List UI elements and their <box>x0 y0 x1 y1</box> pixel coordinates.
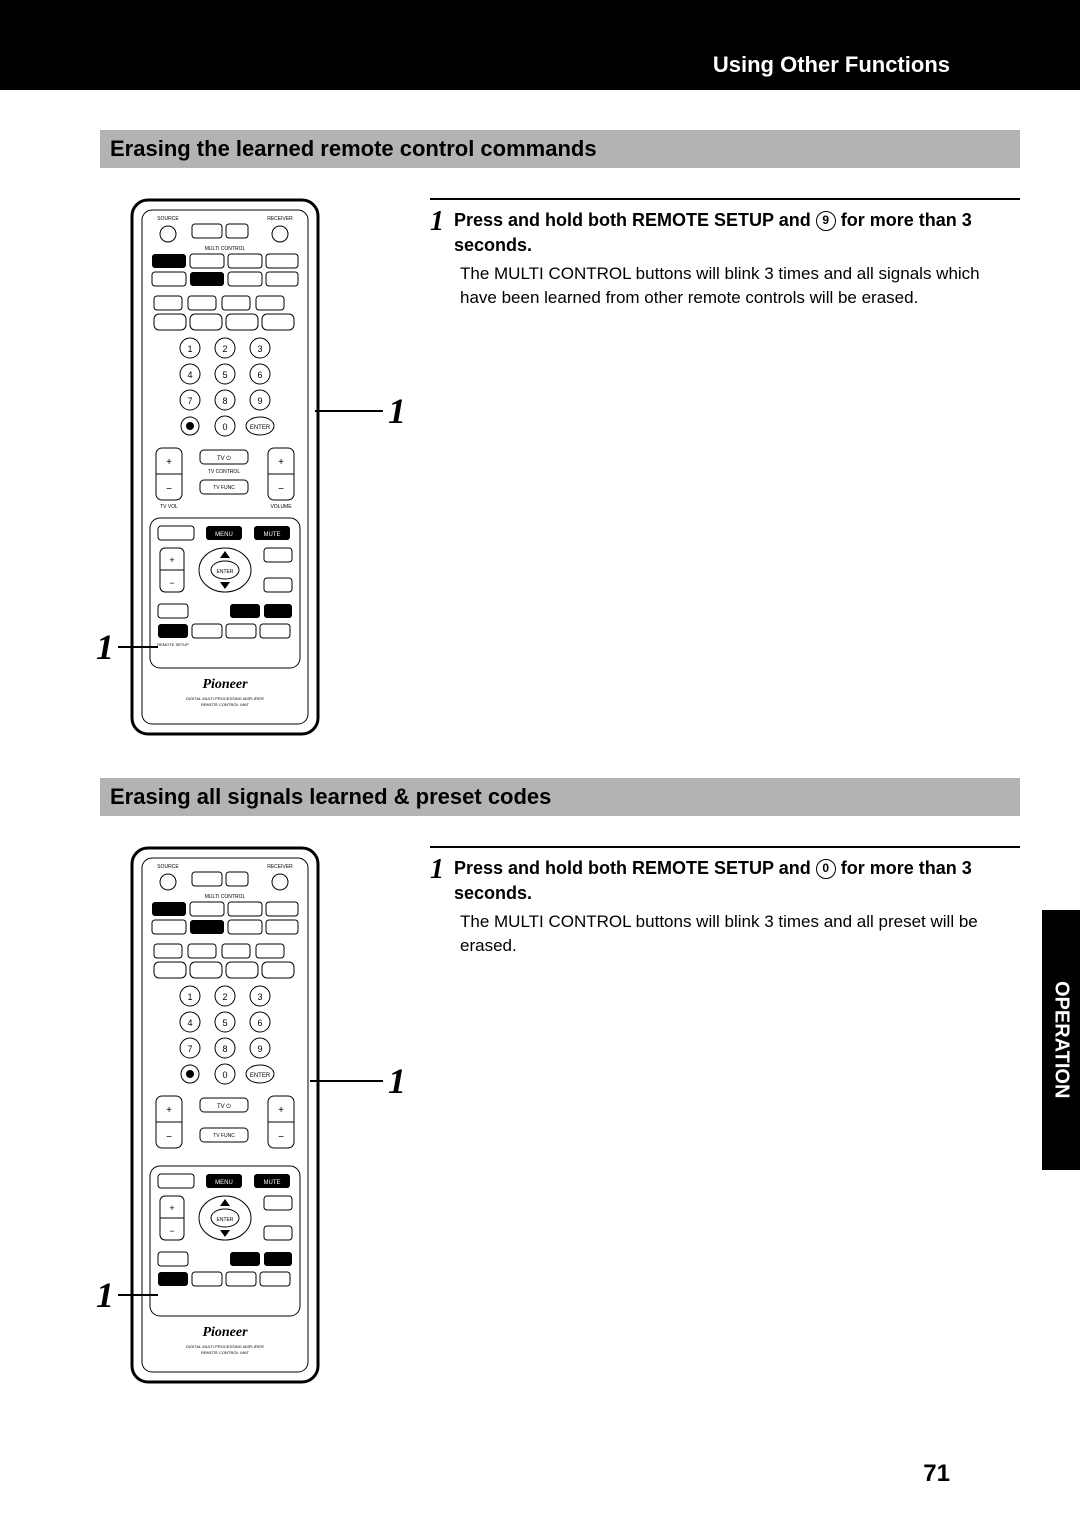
svg-text:2: 2 <box>222 344 227 354</box>
svg-text:REMOTE CONTROL UNIT: REMOTE CONTROL UNIT <box>201 1350 250 1355</box>
svg-text:MENU: MENU <box>215 532 233 538</box>
step-number-1: 1 <box>430 208 444 236</box>
svg-text:−: − <box>278 1132 284 1143</box>
remote-svg-2: SOURCE RECEIVER MULTI CONTROL <box>130 846 320 1386</box>
key-icon-0: 0 <box>816 859 836 879</box>
svg-text:4: 4 <box>187 1018 192 1028</box>
step-block-2: 1 Press and hold both REMOTE SETUP and 0… <box>430 846 1020 958</box>
svg-text:2: 2 <box>222 992 227 1002</box>
manual-page: Using Other Functions Erasing the learne… <box>0 0 1080 1466</box>
svg-text:6: 6 <box>257 1018 262 1028</box>
section-block-1: 1 1 SOURCE RECEIVER MULTI CONTROL <box>100 198 1020 738</box>
remote-illustration-1: 1 1 SOURCE RECEIVER MULTI CONTROL <box>100 198 400 738</box>
svg-text:4: 4 <box>187 370 192 380</box>
svg-text:TV ⏻: TV ⏻ <box>217 455 231 462</box>
svg-text:ENTER: ENTER <box>217 569 234 575</box>
svg-text:TV VOL: TV VOL <box>160 504 178 510</box>
svg-text:5: 5 <box>222 1018 227 1028</box>
svg-text:6: 6 <box>257 370 262 380</box>
step-body-1: The MULTI CONTROL buttons will blink 3 t… <box>460 262 1020 310</box>
step-number-2: 1 <box>430 856 444 884</box>
header-bar: Using Other Functions <box>0 0 1080 90</box>
svg-text:TV FUNC: TV FUNC <box>213 485 235 491</box>
svg-text:MUTE: MUTE <box>264 1180 281 1186</box>
svg-text:3: 3 <box>257 992 262 1002</box>
svg-text:7: 7 <box>187 1044 192 1054</box>
section-heading-1: Erasing the learned remote control comma… <box>100 130 1020 168</box>
key-icon-9: 9 <box>816 211 836 231</box>
step-title-2: Press and hold both REMOTE SETUP and 0 f… <box>430 856 1020 906</box>
svg-text:REMOTE CONTROL UNIT: REMOTE CONTROL UNIT <box>201 702 250 707</box>
page-content: Erasing the learned remote control comma… <box>0 90 1080 1466</box>
step-block-1: 1 Press and hold both REMOTE SETUP and 9… <box>430 198 1020 310</box>
svg-text:7: 7 <box>187 396 192 406</box>
svg-text:TV CONTROL: TV CONTROL <box>208 469 240 475</box>
svg-text:MULTI CONTROL: MULTI CONTROL <box>205 894 246 900</box>
svg-text:DIGITAL MULTI PROCESSING AMPLI: DIGITAL MULTI PROCESSING AMPLIFIER <box>186 696 264 701</box>
step-title-1: Press and hold both REMOTE SETUP and 9 f… <box>430 208 1020 258</box>
svg-text:+: + <box>166 457 172 468</box>
svg-text:ENTER: ENTER <box>217 1217 234 1223</box>
svg-text:+: + <box>169 1203 174 1213</box>
svg-text:+: + <box>169 555 174 565</box>
svg-text:RECEIVER: RECEIVER <box>267 216 293 222</box>
svg-text:3: 3 <box>257 344 262 354</box>
svg-text:−: − <box>166 484 172 495</box>
remote-svg: SOURCE RECEIVER MULTI CONTROL <box>130 198 320 738</box>
svg-text:9: 9 <box>257 396 262 406</box>
svg-text:SOURCE: SOURCE <box>157 216 179 222</box>
svg-text:1: 1 <box>187 992 192 1002</box>
page-number: 71 <box>923 1460 950 1488</box>
svg-text:0: 0 <box>222 1070 227 1080</box>
svg-text:Pioneer: Pioneer <box>202 677 248 692</box>
svg-text:9: 9 <box>257 1044 262 1054</box>
svg-text:Pioneer: Pioneer <box>202 1325 248 1340</box>
svg-text:ENTER: ENTER <box>250 1073 271 1079</box>
svg-text:RECEIVER: RECEIVER <box>267 864 293 870</box>
svg-text:5: 5 <box>222 370 227 380</box>
callout-2a: 1 <box>388 1060 406 1102</box>
step-body-2: The MULTI CONTROL buttons will blink 3 t… <box>460 910 1020 958</box>
section-block-2: 1 1 SOURCE RECEIVER MULTI CONTROL <box>100 846 1020 1386</box>
svg-text:1: 1 <box>187 344 192 354</box>
svg-text:DIGITAL MULTI PROCESSING AMPLI: DIGITAL MULTI PROCESSING AMPLIFIER <box>186 1344 264 1349</box>
svg-text:8: 8 <box>222 1044 227 1054</box>
svg-text:ENTER: ENTER <box>250 425 271 431</box>
callout-2b: 1 <box>96 1274 114 1316</box>
svg-text:−: − <box>166 1132 172 1143</box>
svg-text:MUTE: MUTE <box>264 532 281 538</box>
svg-text:−: − <box>278 484 284 495</box>
svg-text:VOLUME: VOLUME <box>270 504 292 510</box>
svg-text:+: + <box>278 457 284 468</box>
svg-text:MULTI CONTROL: MULTI CONTROL <box>205 246 246 252</box>
svg-text:TV FUNC: TV FUNC <box>213 1133 235 1139</box>
chapter-title: Using Other Functions <box>713 52 950 78</box>
callout-1b: 1 <box>96 626 114 668</box>
section-heading-2: Erasing all signals learned & preset cod… <box>100 778 1020 816</box>
svg-text:−: − <box>169 578 174 588</box>
callout-1a: 1 <box>388 390 406 432</box>
svg-text:+: + <box>166 1105 172 1116</box>
side-tab-operation: OPERATION <box>1042 910 1080 1170</box>
svg-text:−: − <box>169 1226 174 1236</box>
svg-text:0: 0 <box>222 422 227 432</box>
svg-text:8: 8 <box>222 396 227 406</box>
svg-text:REMOTE SETUP: REMOTE SETUP <box>157 642 189 647</box>
svg-text:MENU: MENU <box>215 1180 233 1186</box>
svg-text:+: + <box>278 1105 284 1116</box>
svg-text:TV ⏻: TV ⏻ <box>217 1103 231 1110</box>
remote-illustration-2: 1 1 SOURCE RECEIVER MULTI CONTROL <box>100 846 400 1386</box>
svg-text:SOURCE: SOURCE <box>157 864 179 870</box>
